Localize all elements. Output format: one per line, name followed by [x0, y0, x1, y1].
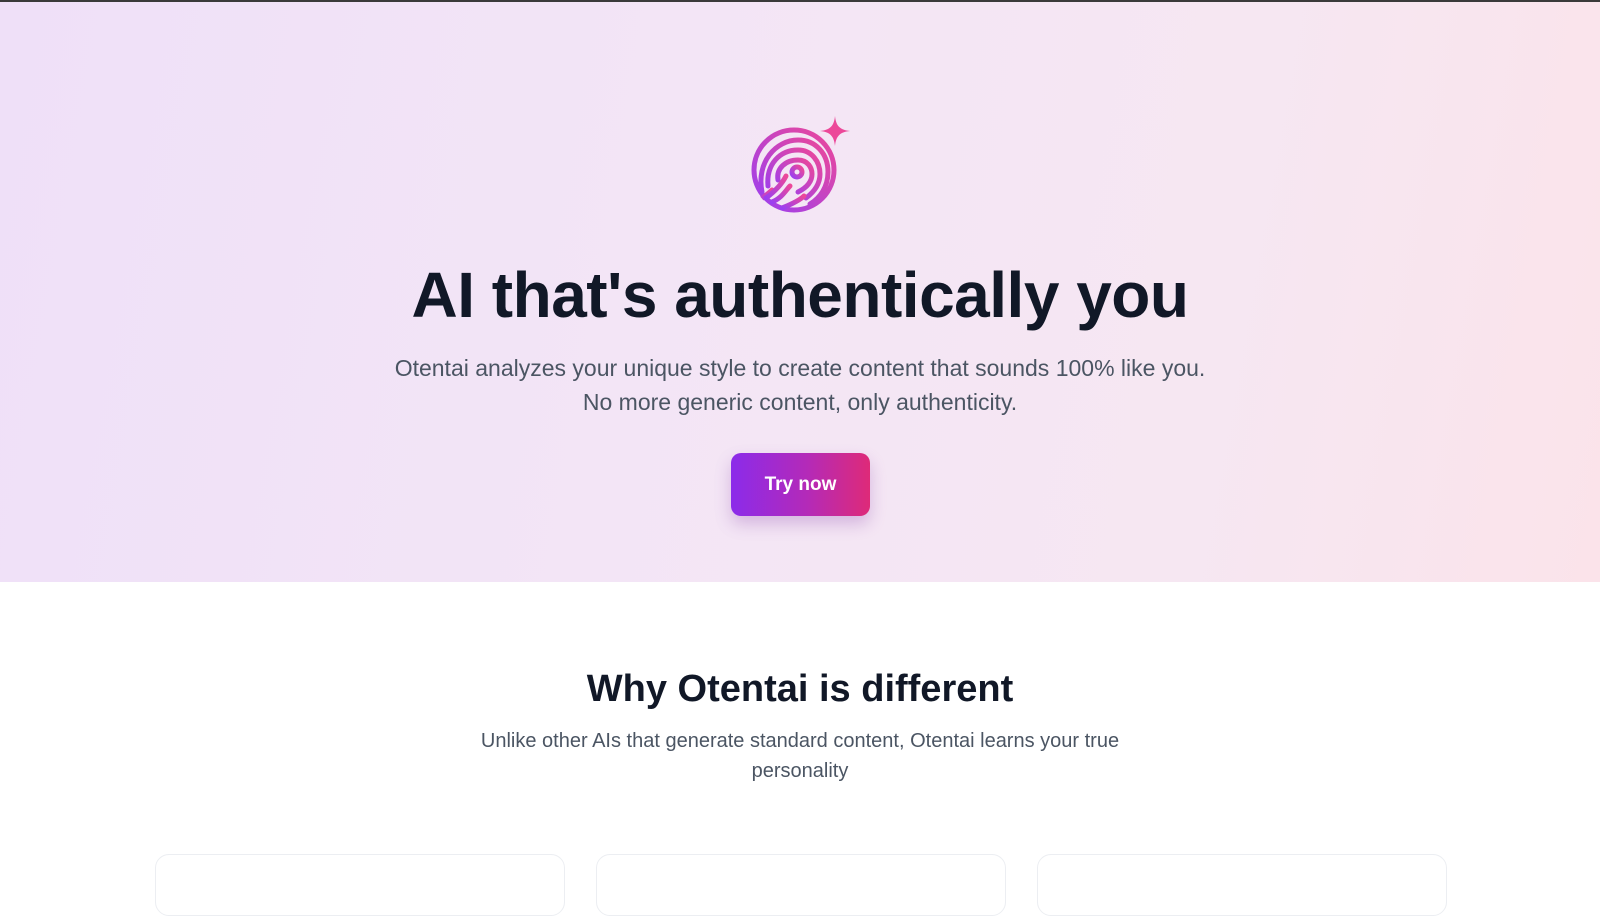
feature-card [155, 854, 565, 916]
hero-subtitle: Otentai analyzes your unique style to cr… [394, 355, 1206, 415]
features-subtitle: Unlike other AIs that generate standard … [480, 730, 1120, 782]
fingerprint-sparkle-icon [751, 116, 850, 213]
features-title: Why Otentai is different [586, 668, 1014, 710]
hero-title: AI that's authentically you [411, 259, 1189, 331]
feature-card [1037, 854, 1447, 916]
feature-card [596, 854, 1006, 916]
hero-section: AI that's authentically you Otentai anal… [0, 2, 1600, 582]
try-now-button[interactable]: Try now [731, 453, 870, 516]
